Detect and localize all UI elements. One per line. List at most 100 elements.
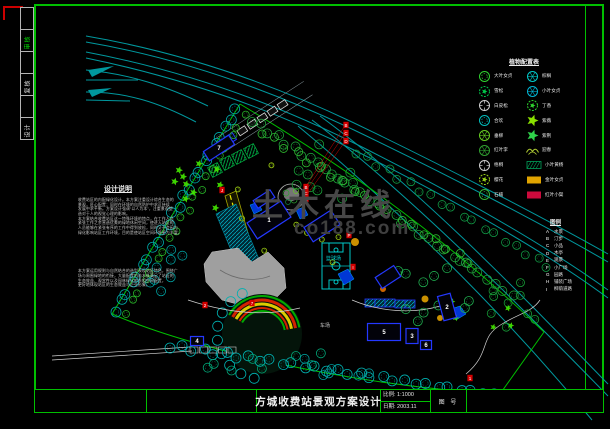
plant-legend-item: 大叶女贞: [478, 69, 526, 84]
tree-symbol: [438, 201, 446, 209]
key-legend-item: B汀步: [546, 235, 590, 242]
svg-text:I: I: [352, 265, 353, 270]
plan-label: 篮球场: [326, 255, 341, 262]
plant-symbol-icon: [526, 99, 539, 112]
tree-symbol: [316, 349, 325, 358]
tree-symbol: [372, 163, 380, 171]
plant-symbol-icon: [478, 129, 491, 142]
key-code: C: [546, 243, 551, 248]
garden-path: [466, 300, 540, 374]
tree-symbol: [509, 291, 518, 300]
tree-symbol: [294, 166, 303, 175]
building: 6: [421, 341, 432, 350]
garden-path: [52, 351, 192, 360]
key-marker: J: [219, 187, 224, 193]
key-marker: C: [303, 190, 308, 196]
tree-symbol: [420, 378, 430, 388]
key-name: 小品: [554, 243, 563, 249]
plant-symbol-icon: [526, 190, 542, 200]
key-marker: D: [303, 196, 308, 202]
svg-text:B: B: [344, 123, 347, 128]
plant-symbol-icon: [478, 70, 491, 83]
plant-symbol-icon: [526, 114, 539, 127]
tree-symbol: [123, 311, 130, 318]
drawing-title: 方城收费站景观方案设计: [257, 390, 381, 412]
key-code: F: [546, 265, 551, 270]
tree-symbol: [424, 233, 433, 242]
title-block: 方城收费站景观方案设计 比例: 1:1000 日期: 2003.11 图 号: [34, 389, 604, 413]
pergola-square: [232, 150, 247, 165]
tree-symbol: [342, 369, 352, 379]
tree-symbol: [535, 254, 543, 262]
plant-legend-item: 石楠: [478, 187, 526, 202]
building: [253, 190, 275, 208]
building: 4: [191, 337, 204, 346]
plant-symbol-icon: [478, 114, 491, 127]
planting-bed: [375, 299, 385, 307]
tree-symbol: [443, 264, 452, 273]
plant-symbol-icon: [526, 70, 539, 83]
tree-symbol: [235, 187, 240, 192]
tree-symbol: [409, 222, 418, 231]
key-name: 柳荫道路: [554, 286, 572, 292]
key-marker: D: [343, 138, 348, 144]
tree-symbol: [303, 170, 312, 179]
title-block-empty-cell-3: [467, 390, 603, 412]
key-name: 园路: [554, 272, 563, 278]
pergola-square: [244, 144, 259, 159]
plant-legend-item: 金叶女贞: [526, 173, 584, 188]
shrub-star-symbol: [180, 173, 187, 181]
tree-symbol: [300, 354, 309, 363]
key-legend-item: H铺装广场: [546, 278, 590, 285]
tree-symbol: [269, 163, 274, 168]
plant-legend-item: 紫薇: [526, 113, 584, 128]
key-marker: B: [303, 184, 308, 190]
shrub-star-symbol: [212, 204, 219, 212]
tree-symbol: [516, 291, 524, 299]
plant-name: 金叶女贞: [545, 177, 563, 183]
date-label: 日期: 2003.11: [381, 402, 430, 413]
tree-symbol: [464, 297, 473, 306]
plant-name: 红叶李: [494, 147, 508, 153]
tree-symbol: [447, 203, 455, 211]
key-legend: 图例 A水景B汀步C小品D木亭E观景F小广场G园路H铺装广场I柳荫道路: [546, 218, 590, 293]
svg-text:B: B: [304, 185, 307, 190]
tree-symbol: [340, 178, 349, 187]
plant-legend-item: 雪松: [478, 84, 526, 99]
title-block-empty-cell-1: [35, 390, 147, 412]
plant-legend-item: 小叶女贞: [526, 84, 584, 99]
tree-symbol: [242, 111, 249, 118]
key-marker: P: [346, 232, 351, 238]
tree-symbol: [177, 341, 187, 351]
plant-name: 小叶黄杨: [545, 162, 563, 168]
tree-symbol: [348, 178, 357, 187]
design-notes-title: 设计说明: [104, 184, 202, 194]
tree-symbol: [262, 248, 267, 253]
tree-symbol: [419, 278, 428, 287]
tree-symbol: [521, 251, 529, 259]
plant-legend-item: 迎春: [526, 143, 584, 158]
plant-name: 丁香: [542, 103, 551, 109]
key-name: 观景: [554, 257, 563, 263]
tree-symbol: [313, 186, 322, 195]
tree-symbol: [415, 188, 423, 196]
plant-name: 白皮松: [494, 103, 508, 109]
tree-symbol: [392, 210, 401, 219]
svg-text:J: J: [221, 188, 223, 193]
tree-symbol: [490, 229, 498, 237]
plant-legend-item: 小叶黄杨: [526, 158, 584, 173]
plant-name: 合欢: [494, 118, 503, 124]
key-marker: 1: [467, 375, 472, 381]
key-code: A: [546, 229, 551, 234]
tree-symbol: [504, 299, 512, 307]
key-code: D: [546, 251, 551, 256]
design-notes-paragraph-1: 收费站区的内配绿化设计。本方案注重设计综合生态的 景观，匠心配置；同时在环境的自…: [78, 198, 202, 235]
tree-symbol: [157, 287, 166, 296]
shrub-star-symbol: [491, 324, 497, 331]
shrub-star-symbol: [176, 166, 183, 174]
scale-label: 比例: 1:1000: [381, 390, 430, 402]
key-name: 汀步: [554, 236, 563, 242]
plant-symbol-icon: [478, 99, 491, 112]
key-marker: I: [350, 264, 355, 270]
key-code: G: [546, 272, 551, 277]
